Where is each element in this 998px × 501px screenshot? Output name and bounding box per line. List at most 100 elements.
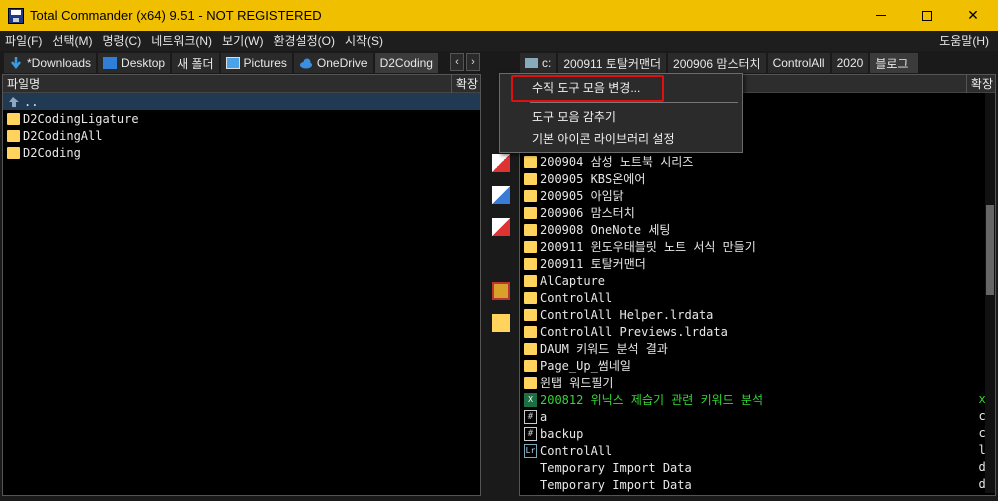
row-name: Page_Up_썸네일 — [540, 359, 631, 373]
row-name: 200905 아임닭 — [540, 189, 624, 203]
menu-file[interactable]: 파일(F) — [0, 31, 47, 51]
list-item[interactable]: 200906 맘스터치 — [520, 204, 995, 221]
menu-view[interactable]: 보기(W) — [217, 31, 268, 51]
copy-file-icon[interactable] — [492, 186, 510, 204]
excel-file-icon: X — [524, 392, 537, 407]
row-name: 200911 토탈커맨더 — [540, 257, 646, 271]
folder-icon — [524, 325, 537, 338]
tab-200906[interactable]: 200906 맘스터치 — [668, 53, 766, 73]
list-item[interactable]: #acs — [520, 408, 995, 425]
menu-bar: 파일(F) 선택(M) 명령(C) 네트워크(N) 보기(W) 환경설정(O) … — [0, 31, 998, 51]
tab-desktop[interactable]: Desktop — [98, 53, 171, 73]
tab-onedrive[interactable]: OneDrive — [293, 53, 373, 73]
menu-start[interactable]: 시작(S) — [340, 31, 388, 51]
list-item[interactable]: ControlAll Previews.lrdata — [520, 323, 995, 340]
tab-label: 블로그 — [875, 56, 909, 71]
menu-hide-toolbar[interactable]: 도구 모음 감추기 — [532, 108, 616, 126]
list-item[interactable]: D2Coding — [3, 144, 480, 161]
list-item[interactable]: D2CodingLigature — [3, 110, 480, 127]
list-item[interactable]: LrControlAlllr — [520, 442, 995, 459]
tab-controlall[interactable]: ControlAll — [767, 53, 830, 73]
folder-icon — [524, 359, 537, 372]
lightroom-file-icon: Lr — [524, 443, 537, 458]
tab-d2coding[interactable]: D2Coding — [374, 53, 438, 73]
list-item[interactable]: ControlAll — [520, 289, 995, 306]
menu-default-icon-library[interactable]: 기본 아이콘 라이브러리 설정 — [532, 130, 674, 148]
column-name-header[interactable]: 파일명 — [3, 75, 40, 92]
list-item[interactable]: #backupcs — [520, 425, 995, 442]
tab-200911[interactable]: 200911 토탈커맨더 — [558, 53, 667, 73]
parent-dir-row[interactable]: .. — [3, 93, 480, 110]
menu-select[interactable]: 선택(M) — [47, 31, 97, 51]
folder-icon — [524, 223, 537, 236]
delete-file-icon[interactable] — [492, 154, 510, 172]
tab-pictures[interactable]: Pictures — [220, 53, 292, 73]
folder-icon — [524, 189, 537, 202]
row-name: ControlAll — [540, 290, 613, 305]
menu-network[interactable]: 네트워크(N) — [146, 31, 217, 51]
row-name: D2CodingAll — [23, 128, 103, 143]
list-item[interactable]: 200908 OneNote 세팅 — [520, 221, 995, 238]
list-item[interactable]: 200904 삼성 노트북 시리즈 — [520, 153, 995, 170]
list-item[interactable]: X200812 위닉스 제습기 관련 키워드 분석xl — [520, 391, 995, 408]
list-item[interactable]: Page_Up_썸네일 — [520, 357, 995, 374]
menu-command[interactable]: 명령(C) — [97, 31, 146, 51]
move-file-icon[interactable] — [492, 218, 510, 236]
right-file-list: 200904 삼성 노트북 시리즈 200905 KBS온에어 200905 아임닭… — [520, 153, 995, 493]
tab-label: D2Coding — [379, 56, 433, 70]
tab-drive-c[interactable]: c: — [520, 53, 557, 73]
tab-label: 200906 맘스터치 — [673, 56, 761, 71]
list-item[interactable]: Temporary Import Datadb — [520, 459, 995, 476]
row-name: backup — [540, 426, 584, 441]
tab-downloads[interactable]: *Downloads — [4, 53, 97, 73]
column-ext-header[interactable]: 확장 — [965, 75, 993, 93]
drive-icon — [525, 58, 538, 68]
row-name: .. — [24, 94, 39, 109]
column-ext-header[interactable]: 확장 — [450, 75, 478, 93]
row-name: Temporary Import Data — [540, 460, 692, 475]
folder-icon — [524, 240, 537, 253]
tab-scroll-left-button[interactable]: ‹ — [450, 53, 464, 71]
left-file-panel[interactable]: 파일명 확장 .. D2CodingLigature D2CodingAll D… — [2, 74, 481, 496]
list-item[interactable]: ControlAll Helper.lrdata — [520, 306, 995, 323]
right-panel-scrollbar[interactable] — [985, 93, 995, 493]
menu-configuration[interactable]: 환경설정(O) — [268, 31, 340, 51]
cloud-icon — [299, 57, 313, 69]
tab-scroll-right-button[interactable]: › — [466, 53, 480, 71]
new-folder-icon[interactable] — [492, 314, 510, 332]
folder-icon — [524, 172, 537, 185]
close-button[interactable]: ✕ — [950, 0, 996, 31]
list-item[interactable]: D2CodingAll — [3, 127, 480, 144]
minimize-button[interactable] — [858, 0, 904, 31]
right-tab-strip: c: 200911 토탈커맨더 200906 맘스터치 ControlAll 2… — [520, 53, 920, 73]
chevron-left-icon: ‹ — [455, 56, 459, 68]
row-name: 200904 삼성 노트북 시리즈 — [540, 155, 694, 169]
download-arrow-icon — [9, 57, 23, 70]
window-title: Total Commander (x64) 9.51 - NOT REGISTE… — [30, 8, 322, 23]
list-item[interactable]: 200905 아임닭 — [520, 187, 995, 204]
list-item[interactable]: DAUM 키워드 분석 결과 — [520, 340, 995, 357]
list-item[interactable]: 윈탭 워드필기 — [520, 374, 995, 391]
package-icon[interactable] — [492, 282, 510, 300]
list-item[interactable]: 200911 윈도우태블릿 노트 서식 만들기 — [520, 238, 995, 255]
row-name: D2CodingLigature — [23, 111, 139, 126]
maximize-icon — [922, 10, 932, 21]
list-item[interactable]: 200911 토탈커맨더 — [520, 255, 995, 272]
tab-new-folder[interactable]: 새 폴더 — [172, 53, 219, 73]
scrollbar-thumb[interactable] — [986, 205, 994, 295]
menu-help[interactable]: 도움말(H) — [934, 31, 994, 51]
folder-icon — [524, 274, 537, 287]
list-item[interactable]: 200905 KBS온에어 — [520, 170, 995, 187]
row-name: 윈탭 워드필기 — [540, 376, 614, 390]
folder-icon — [7, 129, 20, 142]
list-item[interactable]: Temporary Import Datadb — [520, 476, 995, 493]
tab-blog[interactable]: 블로그 — [870, 53, 919, 73]
row-name: Temporary Import Data — [540, 477, 692, 492]
tab-2020[interactable]: 2020 — [831, 53, 869, 73]
list-item[interactable]: AlCapture — [520, 272, 995, 289]
tab-label: 200911 토탈커맨더 — [563, 56, 662, 71]
maximize-button[interactable] — [904, 0, 950, 31]
tab-label: ControlAll — [772, 56, 825, 70]
row-name: D2Coding — [23, 145, 81, 160]
menu-separator — [530, 102, 738, 103]
